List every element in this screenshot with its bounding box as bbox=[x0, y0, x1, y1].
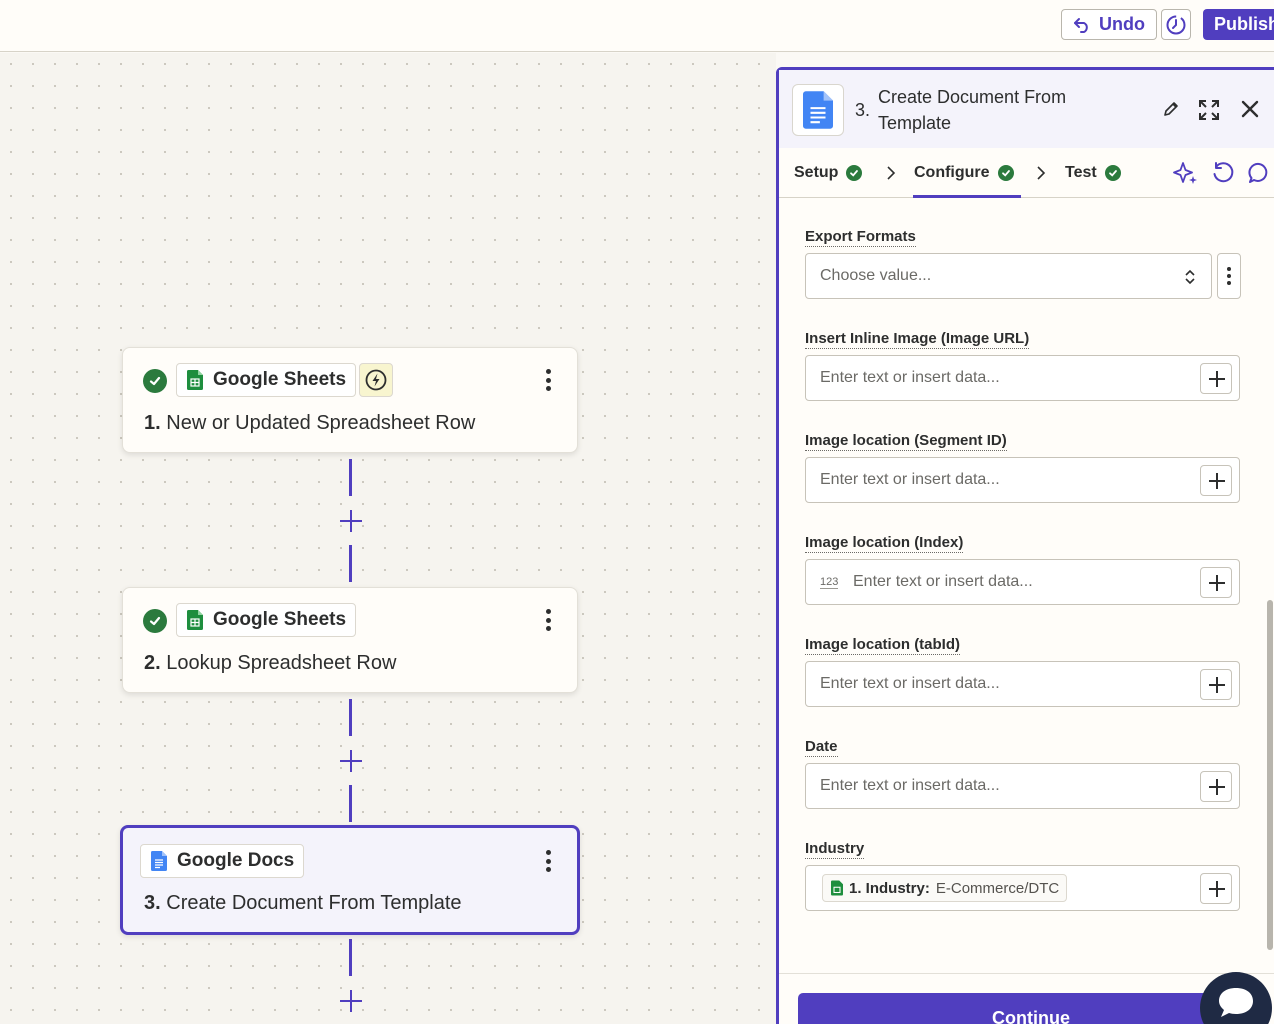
add-step-plus-icon[interactable] bbox=[340, 990, 362, 1012]
insert-data-plus-icon[interactable] bbox=[1200, 567, 1232, 598]
add-step-plus-icon[interactable] bbox=[340, 510, 362, 532]
top-bar: Undo Publish bbox=[0, 0, 1274, 52]
connector-line bbox=[349, 785, 352, 822]
completed-check-icon bbox=[143, 369, 167, 393]
google-docs-icon bbox=[803, 91, 833, 129]
connector-line bbox=[349, 699, 352, 736]
mapped-data-pill[interactable]: 1. Industry: E-Commerce/DTC bbox=[822, 874, 1068, 902]
tab-configure[interactable]: Configure bbox=[914, 148, 1014, 198]
insert-data-plus-icon[interactable] bbox=[1200, 771, 1232, 802]
panel-footer: Continue bbox=[779, 973, 1274, 1024]
undo-icon bbox=[1074, 17, 1088, 33]
app-name: Google Sheets bbox=[213, 369, 347, 390]
image-index-input[interactable]: 123 Enter text or insert data... bbox=[805, 559, 1240, 605]
tab-setup[interactable]: Setup bbox=[794, 148, 863, 198]
insert-data-plus-icon[interactable] bbox=[1200, 873, 1232, 904]
connector-line bbox=[349, 939, 352, 976]
google-sheets-icon bbox=[187, 610, 203, 630]
lightning-bolt-icon bbox=[365, 369, 387, 391]
field-label-export-formats: Export Formats bbox=[805, 228, 916, 247]
panel-title: Create Document From Template bbox=[878, 87, 1067, 133]
panel-tabs: Setup Configure Test bbox=[779, 148, 1274, 198]
step-editor-panel: 3. Create Document From Template Setup C… bbox=[776, 67, 1274, 1024]
field-label-inline-image: Insert Inline Image (Image URL) bbox=[805, 330, 1030, 349]
field-label-date: Date bbox=[805, 738, 838, 757]
tab-test[interactable]: Test bbox=[1065, 148, 1121, 198]
connector-line bbox=[349, 545, 352, 582]
export-formats-select[interactable]: Choose value... bbox=[805, 253, 1212, 299]
field-label-industry: Industry bbox=[805, 840, 865, 859]
app-chip-google-docs[interactable]: Google Docs bbox=[140, 844, 305, 878]
field-label-tab-id: Image location (tabId) bbox=[805, 636, 961, 655]
step-menu-kebab-icon[interactable] bbox=[541, 848, 555, 874]
completed-check-icon bbox=[997, 165, 1014, 181]
completed-check-icon bbox=[143, 609, 167, 633]
google-sheets-icon bbox=[831, 880, 843, 896]
close-icon[interactable] bbox=[1241, 100, 1259, 118]
date-input[interactable]: Enter text or insert data... bbox=[805, 763, 1240, 809]
continue-button[interactable]: Continue bbox=[798, 993, 1264, 1024]
app-name: Google Sheets bbox=[213, 609, 347, 630]
select-updown-icon bbox=[1185, 269, 1195, 285]
insert-data-plus-icon[interactable] bbox=[1200, 669, 1232, 700]
app-chip-google-sheets[interactable]: Google Sheets bbox=[176, 363, 357, 397]
step-title: 1. New or Updated Spreadsheet Row bbox=[144, 412, 476, 434]
rename-pencil-icon[interactable] bbox=[1162, 100, 1180, 118]
ai-sparkle-icon[interactable] bbox=[1173, 161, 1199, 185]
completed-check-icon bbox=[846, 165, 863, 181]
google-sheets-icon bbox=[187, 370, 203, 390]
step-title: 2. Lookup Spreadsheet Row bbox=[144, 652, 397, 674]
expand-icon[interactable] bbox=[1197, 98, 1221, 122]
field-label-index: Image location (Index) bbox=[805, 534, 964, 553]
completed-check-icon bbox=[1104, 165, 1121, 181]
field-label-segment-id: Image location (Segment ID) bbox=[805, 432, 1007, 451]
panel-header: 3. Create Document From Template bbox=[779, 70, 1274, 148]
chevron-right-icon bbox=[1037, 166, 1046, 180]
history-clock-icon bbox=[1166, 15, 1186, 34]
active-tab-indicator bbox=[913, 195, 1021, 198]
step-menu-kebab-icon[interactable] bbox=[541, 367, 555, 393]
panel-step-number: 3. bbox=[855, 100, 871, 120]
industry-input[interactable]: 1. Industry: E-Commerce/DTC bbox=[805, 865, 1240, 911]
number-type-icon: 123 bbox=[820, 576, 839, 589]
panel-scrollbar[interactable] bbox=[1267, 600, 1273, 950]
insert-data-plus-icon[interactable] bbox=[1200, 363, 1232, 394]
add-step-plus-icon[interactable] bbox=[340, 750, 362, 772]
history-button[interactable] bbox=[1161, 9, 1191, 40]
field-options-kebab-icon[interactable] bbox=[1217, 253, 1241, 299]
insert-data-plus-icon[interactable] bbox=[1200, 465, 1232, 496]
app-chip-google-sheets[interactable]: Google Sheets bbox=[176, 603, 357, 637]
google-docs-icon bbox=[151, 851, 167, 871]
chat-icon bbox=[1219, 988, 1253, 1017]
trigger-badge bbox=[359, 363, 393, 397]
step-title: 3. Create Document From Template bbox=[144, 892, 462, 914]
undo-button[interactable]: Undo bbox=[1061, 9, 1157, 40]
step-card-1[interactable]: Google Sheets 1. New or Updated Spreadsh… bbox=[122, 347, 578, 453]
step-menu-kebab-icon[interactable] bbox=[541, 607, 555, 633]
publish-button[interactable]: Publish bbox=[1203, 9, 1274, 40]
comment-icon[interactable] bbox=[1247, 161, 1271, 185]
refresh-icon[interactable] bbox=[1211, 161, 1235, 185]
connector-line bbox=[349, 459, 352, 496]
tab-id-input[interactable]: Enter text or insert data... bbox=[805, 661, 1240, 707]
inline-image-url-input[interactable]: Enter text or insert data... bbox=[805, 355, 1240, 401]
segment-id-input[interactable]: Enter text or insert data... bbox=[805, 457, 1240, 503]
chevron-right-icon bbox=[887, 166, 896, 180]
app-name: Google Docs bbox=[177, 850, 295, 871]
undo-label: Undo bbox=[1099, 14, 1145, 34]
step-card-2[interactable]: Google Sheets 2. Lookup Spreadsheet Row bbox=[122, 587, 578, 693]
panel-app-icon bbox=[792, 84, 844, 136]
step-card-3-selected[interactable]: Google Docs 3. Create Document From Temp… bbox=[120, 825, 580, 935]
